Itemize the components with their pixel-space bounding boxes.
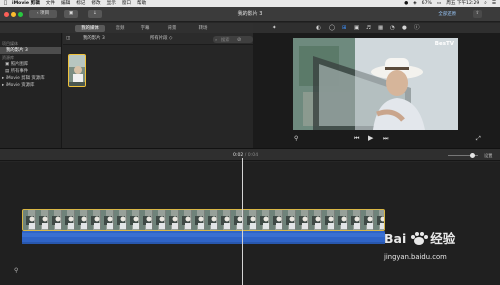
project-media-header: 项目媒体 [2, 41, 18, 46]
browser-project-name: 我的影片 3 [83, 36, 105, 41]
share-icon[interactable]: ⇧ [473, 10, 482, 18]
media-import-icon[interactable]: ▣ [64, 10, 78, 18]
disclosure-triangle-icon[interactable]: ▸ [2, 83, 4, 88]
tab-my-media[interactable]: 我的媒体 [75, 24, 105, 32]
library-header: 资源库 [2, 55, 14, 60]
tab-titles[interactable]: 字幕 [136, 25, 154, 32]
tab-audio[interactable]: 音频 [111, 25, 129, 32]
zoom-icon[interactable] [18, 12, 23, 17]
battery-icon[interactable]: ▭ [437, 0, 441, 7]
adjustment-toolbar: ✦ ◐ ◯ ⊞ ▣ ♬ ▦ ◔ ● ⓘ [253, 23, 500, 33]
events-icon: ▤ [5, 69, 10, 74]
menu-item-app[interactable]: iMovie 剪辑 [12, 0, 40, 7]
info-icon[interactable]: ⓘ [414, 25, 420, 31]
sidebar-item-imovie-library[interactable]: ▸ iMovie 资源库 [0, 82, 61, 89]
tab-transitions[interactable]: 转场 [194, 25, 212, 32]
wifi-icon[interactable]: ◈ [413, 0, 417, 7]
color-balance-icon[interactable]: ◐ [316, 25, 321, 31]
apple-icon[interactable]:  [4, 0, 7, 7]
voiceover-mic-icon[interactable]: ⚲ [294, 134, 298, 143]
stabilization-icon[interactable]: ▣ [354, 25, 359, 31]
clip-thumbnail-image [69, 55, 85, 86]
menu-list-icon[interactable]: ☰ [492, 0, 496, 7]
media-clip-thumbnail[interactable] [68, 54, 86, 87]
minimize-icon[interactable] [11, 12, 16, 17]
menu-item-view[interactable]: 显示 [107, 0, 116, 7]
sidebar-item-imovie-clips-library[interactable]: ▸ iMovie 剪辑 资源库 [0, 75, 61, 82]
noise-reduction-icon[interactable]: ▦ [378, 25, 383, 31]
video-frame-image [293, 38, 458, 130]
sidebar-item-project[interactable]: 我的影片 3 [0, 47, 61, 54]
browser-tabs: 我的媒体 音频 字幕 背景 转场 [0, 23, 253, 33]
sidebar-item-all-events[interactable]: ▤ 所有事件 [0, 68, 61, 75]
battery-percent: 67% [421, 1, 432, 6]
clip-filter-select[interactable]: 所有片段 ◇ [150, 35, 172, 43]
clock: 周五 下午12:29 [446, 1, 480, 6]
channel-watermark: BesTV [434, 41, 454, 47]
zoom-slider-knob[interactable] [470, 153, 475, 158]
menu-bar:  iMovie 剪辑 文件 编辑 标记 修改 显示 窗口 帮助 ● ◈ 67%… [0, 0, 500, 7]
menu-item-mark[interactable]: 标记 [76, 0, 85, 7]
disclosure-triangle-icon[interactable]: ▸ [2, 76, 4, 81]
volume-icon[interactable]: ♬ [366, 25, 371, 31]
status-icon[interactable]: ● [404, 0, 408, 7]
clear-search-icon[interactable]: ⊘ [237, 37, 241, 43]
skip-forward-icon[interactable]: ⏭ [383, 134, 388, 143]
photos-icon: ▣ [5, 62, 10, 67]
menu-item-modify[interactable]: 修改 [91, 0, 100, 7]
timeline-toolbar: 0:02 / 0:04 设置 [0, 148, 500, 161]
baidu-paw-icon [411, 232, 428, 245]
menu-item-file[interactable]: 文件 [46, 0, 55, 7]
tab-backgrounds[interactable]: 背景 [163, 25, 181, 32]
video-clip[interactable] [22, 209, 385, 231]
menu-item-help[interactable]: 帮助 [137, 0, 146, 7]
timecode: 0:02 / 0:04 [233, 153, 259, 158]
audio-meter-icon[interactable]: ⚲ [14, 267, 18, 274]
browser-toolbar: ◫ 我的影片 3 所有片段 ◇ ⌕ 搜索 [63, 33, 253, 45]
menu-item-edit[interactable]: 编辑 [61, 0, 70, 7]
fullscreen-icon[interactable]: ⤢ [476, 134, 481, 143]
playhead[interactable] [242, 158, 243, 285]
play-button[interactable]: ▶ [368, 134, 373, 143]
color-correction-icon[interactable]: ◯ [329, 25, 335, 31]
video-preview-frame[interactable]: BesTV [293, 38, 458, 130]
search-icon: ⌕ [215, 37, 218, 42]
libraries-sidebar: 项目媒体 我的影片 3 资源库 ▣ 照片图库 ▤ 所有事件 ▸ iMovie 剪… [0, 33, 62, 148]
crop-icon[interactable]: ⊞ [342, 25, 347, 31]
search-input[interactable]: ⌕ 搜索 [213, 36, 253, 43]
projects-back-button[interactable]: ‹ 项目 [29, 10, 57, 18]
watermark-url: jingyan.baidu.com [384, 253, 447, 261]
sidebar-item-photos[interactable]: ▣ 照片图库 [0, 61, 61, 68]
audio-waveform[interactable] [22, 231, 385, 244]
timeline-settings-button[interactable]: 设置 [484, 152, 492, 159]
media-browser [63, 45, 253, 148]
close-icon[interactable] [4, 12, 9, 17]
skip-back-icon[interactable]: ⏮ [354, 134, 359, 143]
speed-icon[interactable]: ◔ [390, 25, 395, 31]
menu-item-window[interactable]: 窗口 [122, 0, 131, 7]
download-icon[interactable]: ↓ [88, 10, 102, 18]
sidebar-toggle-icon[interactable]: ◫ [66, 35, 70, 43]
filter-icon[interactable]: ● [402, 25, 407, 31]
title-bar: ‹ 项目 ▣ ↓ 我的影片 3 全部还原 ⇧ [0, 7, 500, 22]
waveform-graphic [22, 233, 385, 244]
reset-all-button[interactable]: 全部还原 [438, 10, 456, 19]
window-title: 我的影片 3 [237, 11, 263, 17]
search-icon[interactable]: ⌕ [484, 0, 487, 7]
magic-wand-icon[interactable]: ✦ [272, 25, 277, 31]
clip-filmstrip [23, 210, 384, 230]
